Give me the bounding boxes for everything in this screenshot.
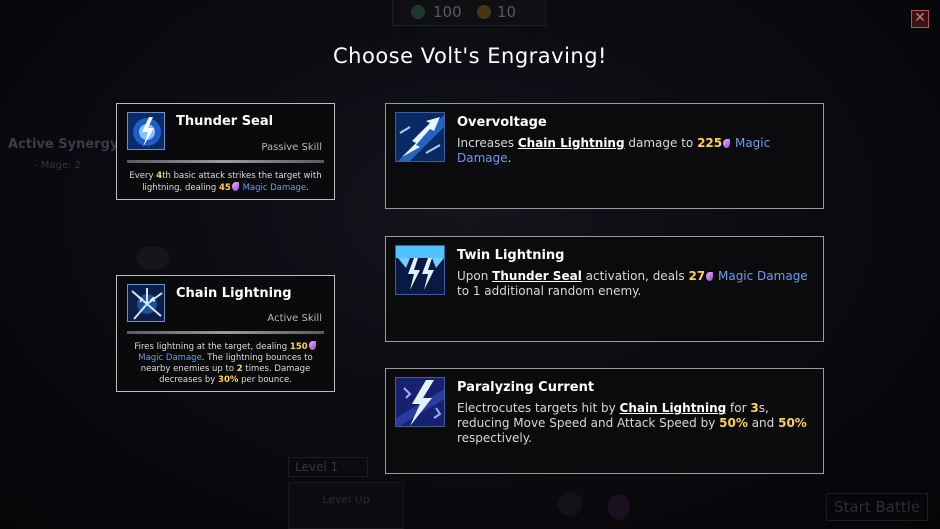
engraving-option-paralyzing-current[interactable]: Paralyzing Current Electrocutes targets … <box>385 368 824 474</box>
coin-count: 10 <box>497 3 517 21</box>
thunder-seal-icon <box>127 112 165 150</box>
skill-type: Passive Skill <box>261 142 322 153</box>
chain-lightning-icon <box>127 284 165 322</box>
background-unit <box>136 246 170 270</box>
active-synergy-item: - Mage: 2 <box>34 160 81 171</box>
resource-bar: 100 10 <box>392 0 546 26</box>
skill-card-thunder-seal: Thunder Seal Passive Skill Every 4th bas… <box>116 103 335 200</box>
gem-count: 100 <box>433 3 462 21</box>
start-battle-button: Start Battle <box>826 493 928 521</box>
option-name: Twin Lightning <box>457 248 565 263</box>
option-name: Paralyzing Current <box>457 380 595 395</box>
close-button[interactable]: ✕ <box>911 10 929 28</box>
option-description: Increases Chain Lightning damage to 225 … <box>457 136 771 165</box>
coin-icon <box>477 5 491 19</box>
option-description: Upon Thunder Seal activation, deals 27 M… <box>457 269 808 298</box>
active-synergy-title: Active Synergy <box>8 137 119 152</box>
skill-card-chain-lightning: Chain Lightning Active Skill Fires light… <box>116 275 335 392</box>
skill-type: Active Skill <box>267 313 322 324</box>
magic-drop-icon <box>308 341 316 350</box>
magic-drop-icon <box>706 272 714 281</box>
level-label: Level 1 <box>288 457 368 477</box>
background-unit <box>558 492 582 516</box>
overvoltage-icon <box>395 112 445 162</box>
page-title: Choose Volt's Engraving! <box>333 44 607 68</box>
magic-drop-icon <box>723 139 731 148</box>
skill-name: Chain Lightning <box>176 286 292 301</box>
background-unit <box>608 494 630 520</box>
option-description: Electrocutes targets hit by Chain Lightn… <box>457 401 807 445</box>
engraving-option-twin-lightning[interactable]: Twin Lightning Upon Thunder Seal activat… <box>385 236 824 342</box>
skill-divider <box>127 160 324 163</box>
level-up-label: Level Up <box>322 493 370 506</box>
magic-drop-icon <box>231 182 239 191</box>
paralyzing-current-icon <box>395 377 445 427</box>
skill-description: Every 4th basic attack strikes the targe… <box>129 171 322 193</box>
option-name: Overvoltage <box>457 115 547 130</box>
skill-name: Thunder Seal <box>176 114 274 129</box>
gem-icon <box>411 5 425 19</box>
level-up-button: Level Up <box>288 482 404 529</box>
skill-description: Fires lightning at the target, dealing 1… <box>123 341 328 386</box>
engraving-option-overvoltage[interactable]: Overvoltage Increases Chain Lightning da… <box>385 103 824 209</box>
skill-divider <box>127 331 324 334</box>
twin-lightning-icon <box>395 245 445 295</box>
